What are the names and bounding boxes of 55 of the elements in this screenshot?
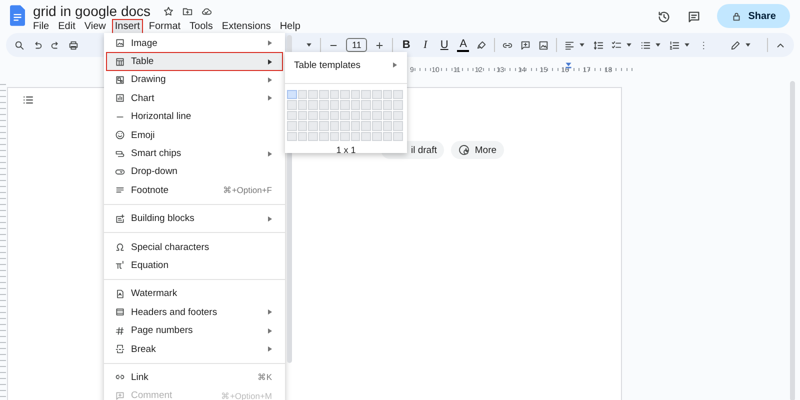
- menu-item[interactable]: Table templates: [285, 52, 407, 78]
- menu-item[interactable]: Chart: [106, 89, 283, 108]
- italic-button[interactable]: I: [419, 39, 432, 51]
- table-size-label: 1 x 1: [335, 145, 357, 156]
- menu-item[interactable]: Building blocks: [106, 210, 283, 228]
- menu-item[interactable]: Horizontal line: [106, 108, 283, 126]
- menu-item[interactable]: Drop-down: [106, 162, 283, 182]
- menu-item[interactable]: Edit: [55, 19, 78, 34]
- menu-item[interactable]: Link ⌘K: [106, 368, 283, 387]
- menu-item[interactable]: Extensions: [218, 19, 274, 34]
- menu-item[interactable]: Help: [276, 19, 304, 34]
- menu-item[interactable]: Watermark: [106, 284, 283, 304]
- menu-item-label: Table templates: [294, 60, 361, 70]
- chip[interactable]: More: [450, 141, 504, 159]
- underline-button[interactable]: U: [438, 39, 450, 51]
- bold-button[interactable]: B: [400, 39, 412, 51]
- menu-item-label: Break: [131, 344, 157, 355]
- menu-item-label: Footnote: [131, 184, 170, 196]
- menu-item-label: Horizontal line: [131, 111, 192, 122]
- menu-item[interactable]: Equation: [106, 256, 283, 275]
- menu-item-label: Emoji: [131, 130, 156, 141]
- shortcut-text: ⌘+Option+F: [222, 185, 272, 196]
- menu-item-label: Headers and footers: [131, 306, 218, 318]
- text-color-button[interactable]: A: [457, 38, 470, 52]
- menu-item[interactable]: Tools: [186, 19, 216, 34]
- menu-item[interactable]: Footnote ⌘+Option+F: [106, 181, 283, 200]
- menu-item-label: Page numbers: [131, 325, 194, 336]
- menu-item[interactable]: Image: [106, 34, 283, 52]
- menu-item[interactable]: Smart chips: [106, 144, 283, 163]
- menu-item-label: Watermark: [131, 288, 178, 300]
- menu-item[interactable]: Drawing: [106, 70, 283, 90]
- document-title[interactable]: grid in google docs: [33, 3, 151, 19]
- menu-item-label: Drop-down: [131, 166, 178, 178]
- menu-item-label: Table: [131, 56, 155, 68]
- menu-item[interactable]: View: [81, 19, 109, 34]
- menu-item[interactable]: Headers and footers: [106, 303, 283, 322]
- menu-item[interactable]: Format: [146, 19, 184, 34]
- shortcut-text: ⌘K: [257, 372, 272, 382]
- menu-item[interactable]: Insert: [112, 19, 143, 34]
- menu-item-label: Building blocks: [131, 213, 196, 224]
- menu-item-label: Chart: [131, 92, 156, 104]
- menu-item[interactable]: File: [30, 19, 52, 34]
- menu-item[interactable]: Page numbers: [106, 321, 283, 340]
- menu-item[interactable]: Emoji: [106, 126, 283, 144]
- menu-item-label: Smart chips: [131, 148, 182, 160]
- menu-item-label: Comment: [131, 390, 174, 400]
- menu-item-label: Drawing: [131, 74, 167, 86]
- menu-item-label: Special characters: [131, 242, 210, 253]
- menu-item-label: Image: [131, 38, 158, 49]
- menu-item-label: Equation: [131, 260, 170, 271]
- menu-item[interactable]: Special characters: [106, 238, 283, 256]
- share-button[interactable]: Share: [717, 4, 790, 28]
- menu-item[interactable]: Table: [106, 52, 283, 71]
- menu-item-label: Link: [131, 372, 150, 383]
- menu-item[interactable]: Break: [106, 340, 283, 358]
